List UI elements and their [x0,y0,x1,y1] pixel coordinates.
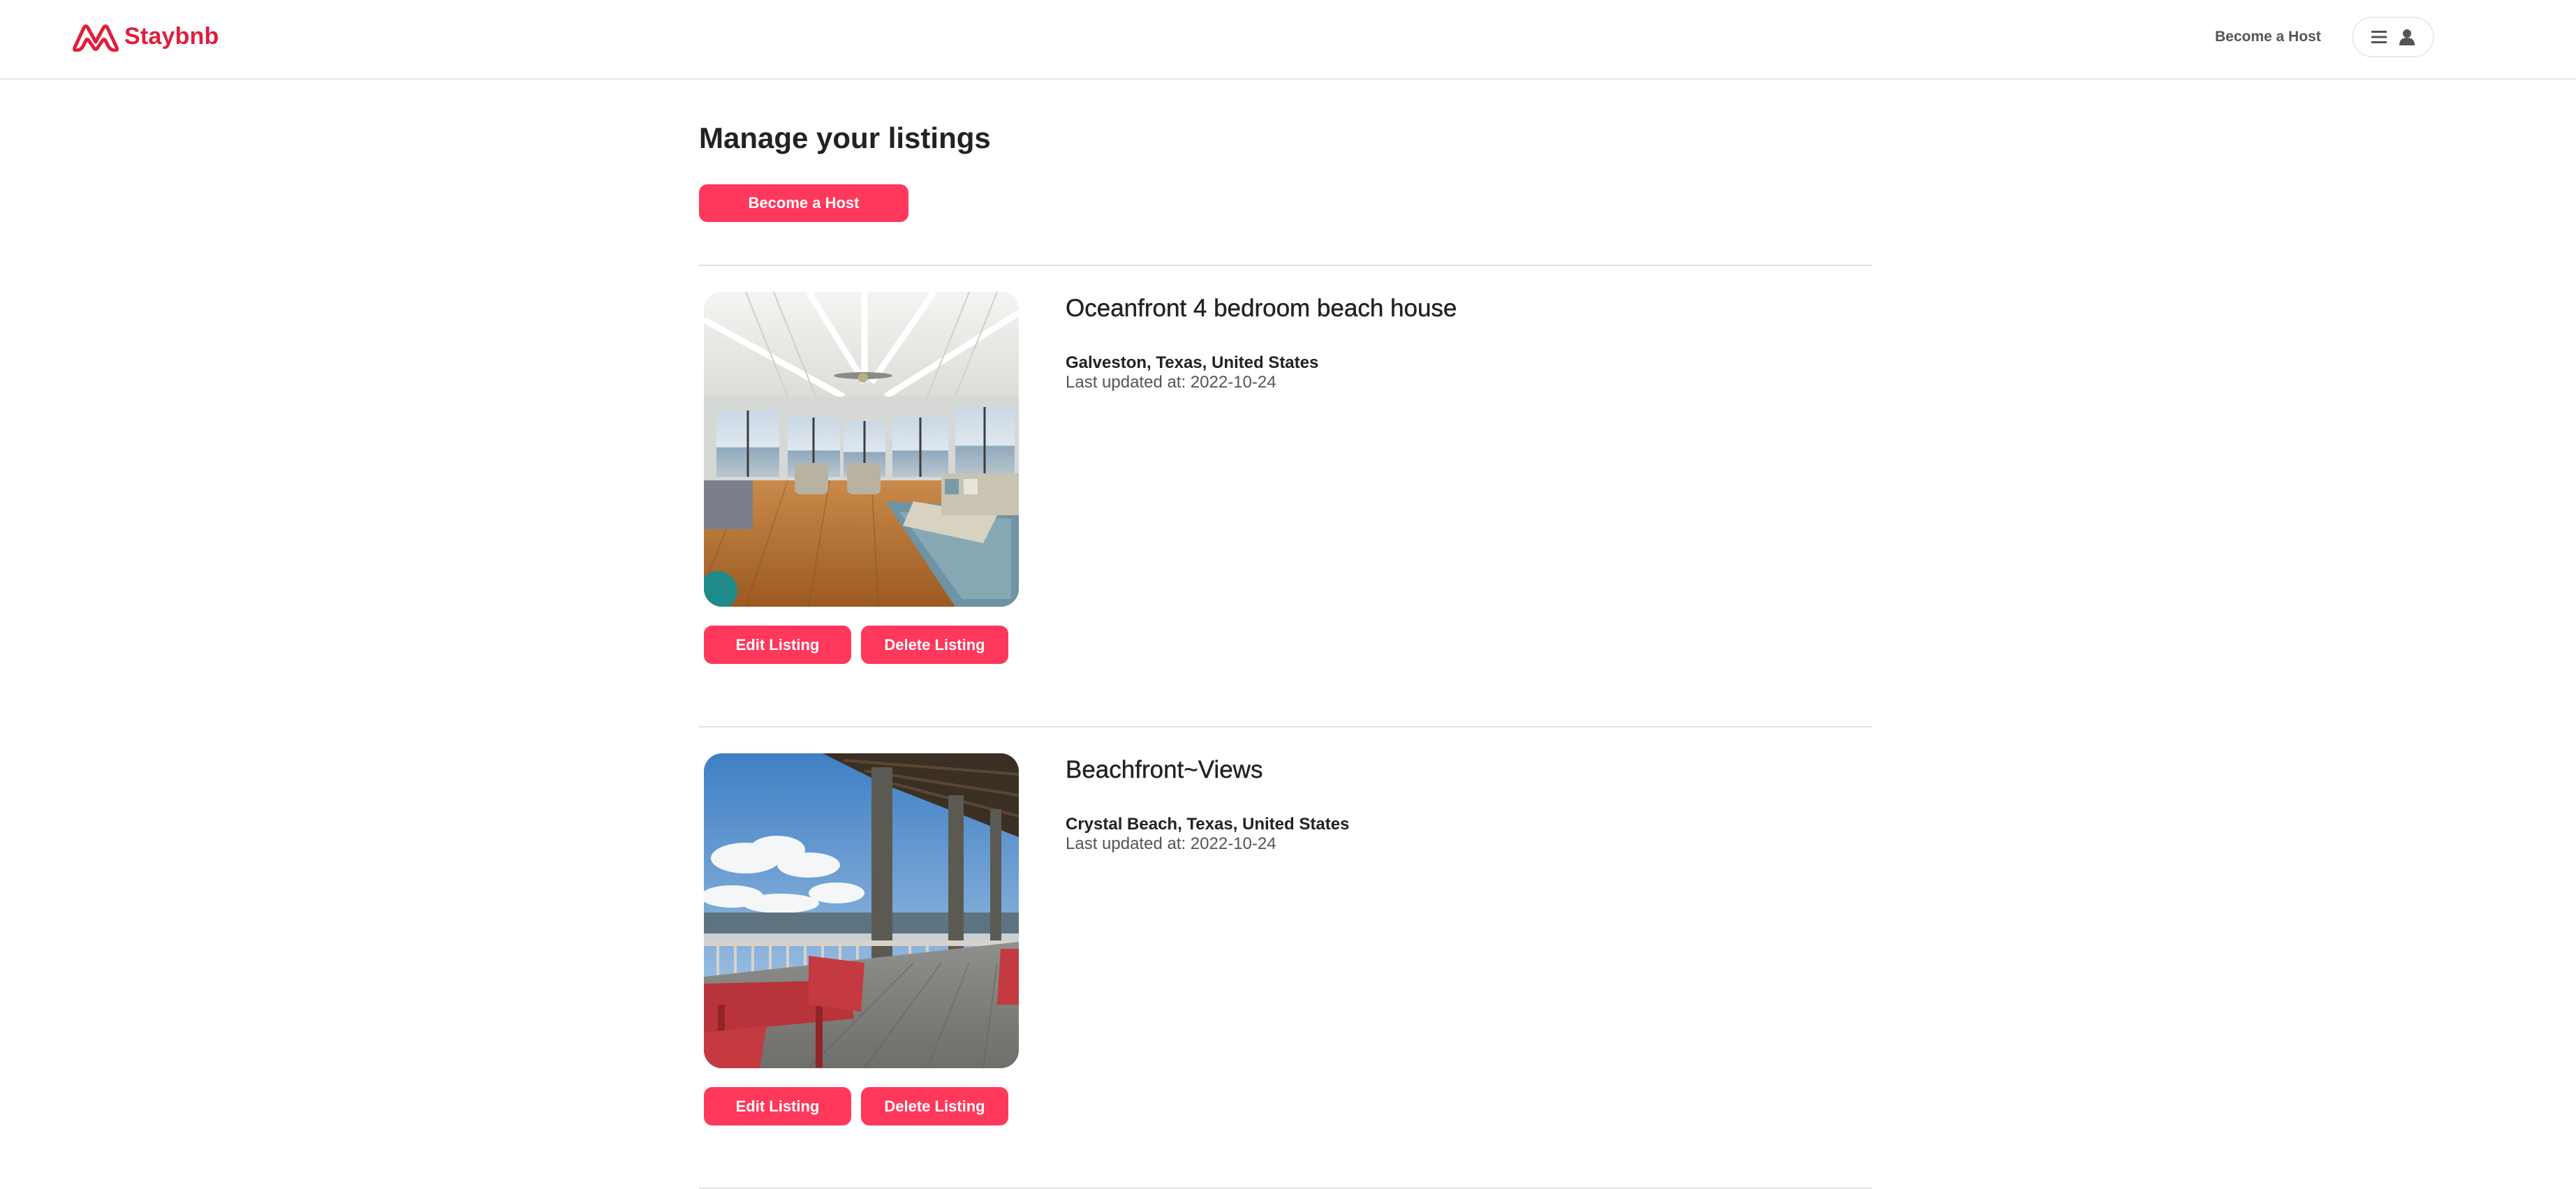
listing-location: Crystal Beach, Texas, United States [1066,815,1350,834]
beach-house-living-room-photo [704,292,1019,607]
listing-photo[interactable] [704,292,1019,607]
brand-logo[interactable]: Staybnb [71,20,219,53]
divider [699,265,1872,266]
user-menu-button[interactable] [2352,17,2434,57]
delete-listing-button[interactable]: Delete Listing [861,1087,1008,1125]
listing-title[interactable]: Oceanfront 4 bedroom beach house [1066,295,1457,323]
become-host-button[interactable]: Become a Host [699,184,908,222]
brand-name: Staybnb [124,22,219,50]
listing-location: Galveston, Texas, United States [1066,353,1319,372]
listing-photo[interactable] [704,753,1019,1068]
hamburger-menu-icon [2371,31,2387,43]
page-title: Manage your listings [699,121,991,154]
listing-title[interactable]: Beachfront~Views [1066,756,1263,784]
listing-last-updated: Last updated at: 2022-10-24 [1066,373,1276,392]
top-navbar: Staybnb Become a Host [0,0,2576,80]
edit-listing-button[interactable]: Edit Listing [704,1087,851,1125]
beachfront-porch-photo [704,753,1019,1068]
listing-card: Beachfront~Views Crystal Beach, Texas, U… [699,753,1872,1179]
become-host-link[interactable]: Become a Host [2215,25,2321,49]
delete-listing-button[interactable]: Delete Listing [861,626,1008,664]
user-avatar-icon [2399,29,2415,45]
edit-listing-button[interactable]: Edit Listing [704,626,851,664]
listing-card: Oceanfront 4 bedroom beach house Galvest… [699,292,1872,718]
divider [699,726,1872,728]
listing-last-updated: Last updated at: 2022-10-24 [1066,834,1276,853]
logo-icon [73,24,119,52]
